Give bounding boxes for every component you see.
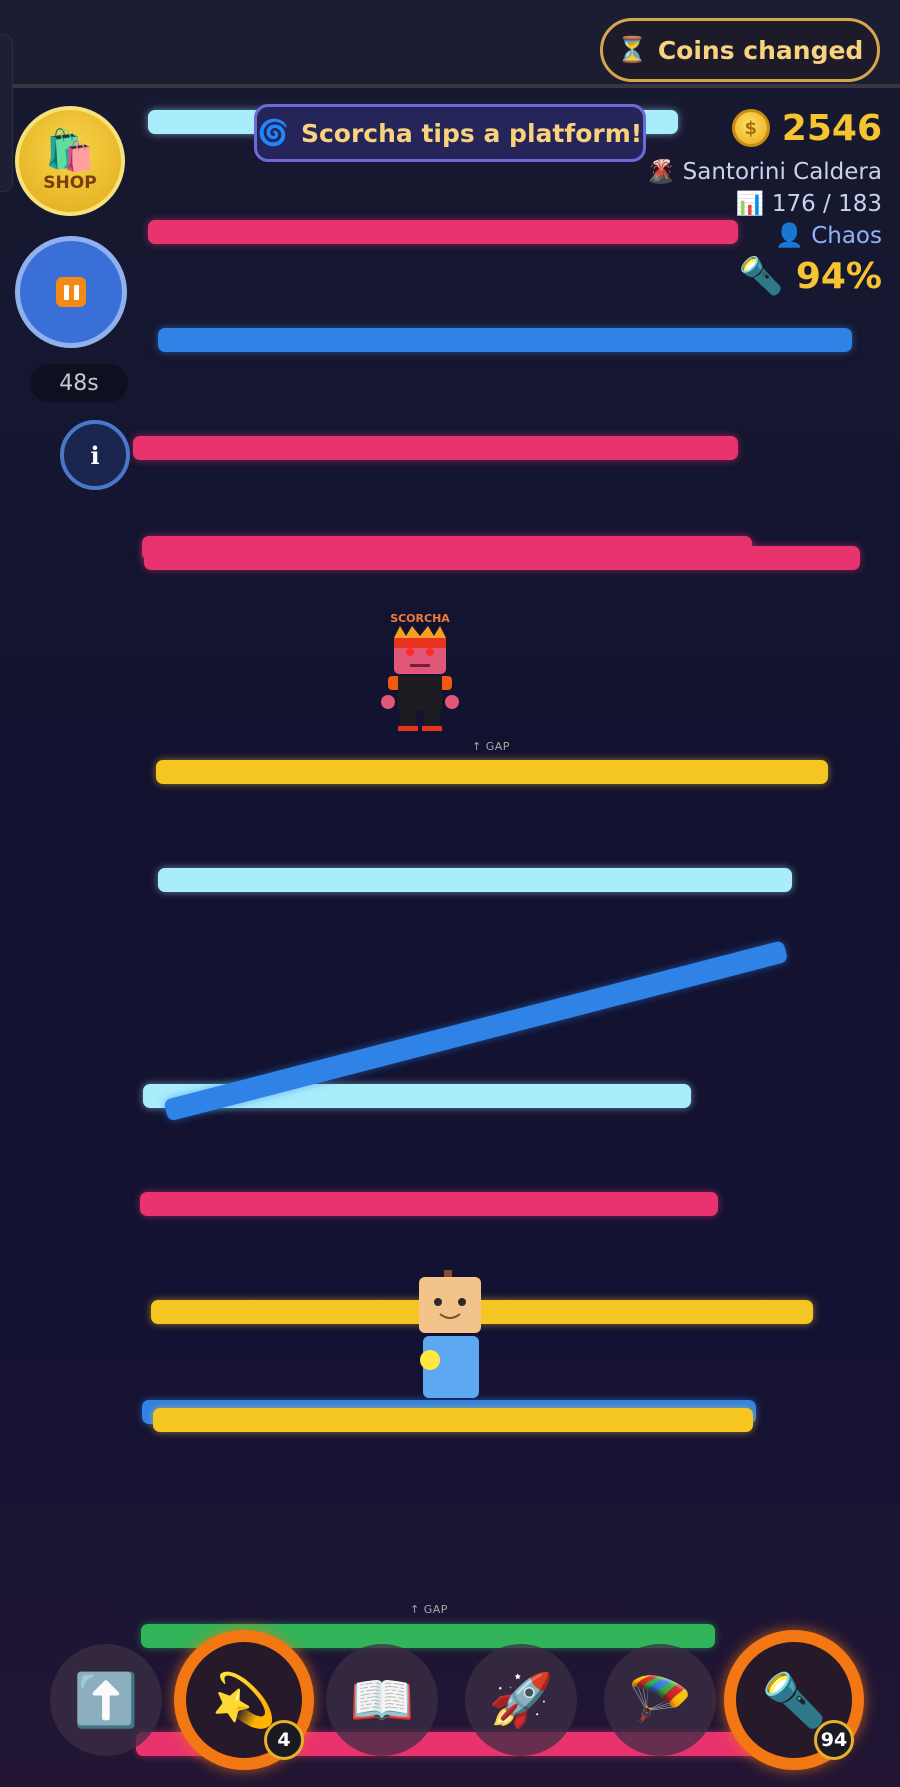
guide-book-button[interactable]: 📖 <box>326 1644 438 1756</box>
flashlight-count: 94 <box>814 1720 854 1760</box>
flashlight-percent: 94% <box>795 256 882 297</box>
up-arrow-icon: ⬆️ <box>73 1670 139 1731</box>
progress-text: 176 / 183 <box>771 191 882 217</box>
enemy-name-label: SCORCHA <box>390 612 450 625</box>
coin-counter: $ 2546 <box>582 100 882 156</box>
platform <box>144 546 860 570</box>
player-character <box>416 1268 486 1400</box>
person-icon: 👤 <box>775 223 804 249</box>
star-dash-count: 4 <box>264 1720 304 1760</box>
cyclone-icon: 🌀 <box>257 118 289 147</box>
book-icon: 📖 <box>349 1670 415 1731</box>
enemy-scorcha: SCORCHA <box>380 612 460 742</box>
gap-label: ↑ GAP <box>410 1603 448 1616</box>
rocket-icon: 🚀 <box>488 1670 554 1731</box>
shopping-bags-icon: 🛍️ <box>45 128 95 174</box>
player-sprite <box>419 1270 481 1398</box>
flashlight-button[interactable]: 🔦 94 <box>724 1630 864 1770</box>
star-dash-button[interactable]: 💫 4 <box>174 1630 314 1770</box>
mode-row: 👤 Chaos <box>582 220 882 252</box>
game-mode: Chaos <box>811 223 882 249</box>
platform <box>156 760 828 784</box>
info-button[interactable]: i <box>60 420 130 490</box>
platform <box>158 868 792 892</box>
parachute-button[interactable]: 🪂 <box>604 1644 716 1756</box>
jump-boost-button[interactable]: ⬆️ <box>50 1644 162 1756</box>
volcano-icon: 🌋 <box>646 159 676 185</box>
platform <box>158 328 852 352</box>
pause-icon <box>56 277 86 307</box>
status-hud: $ 2546 🌋 Santorini Caldera 📊 176 / 183 👤… <box>582 100 882 302</box>
shop-button[interactable]: 🛍️ SHOP <box>15 106 125 216</box>
gap-label: ↑ GAP <box>472 740 510 753</box>
shop-button-label: SHOP <box>43 173 97 193</box>
platform <box>153 1408 753 1432</box>
level-name: Santorini Caldera <box>682 159 882 185</box>
coins-changed-text: Coins changed <box>657 35 864 65</box>
bar-chart-icon: 📊 <box>735 191 765 217</box>
side-drawer-handle[interactable] <box>0 34 13 192</box>
hourglass-icon: ⏳ <box>616 35 648 64</box>
parachute-icon: 🪂 <box>627 1670 693 1731</box>
pause-button[interactable] <box>15 236 127 348</box>
progress-row: 📊 176 / 183 <box>582 188 882 220</box>
coin-count: 2546 <box>781 107 882 149</box>
coins-changed-notice[interactable]: ⏳ Coins changed <box>600 18 880 82</box>
flashlight-icon: 🔦 <box>761 1670 827 1731</box>
level-name-row: 🌋 Santorini Caldera <box>582 156 882 188</box>
flashlight-row: 🔦 94% <box>582 252 882 302</box>
flashlight-icon: 🔦 <box>738 256 784 297</box>
coin-icon: $ <box>731 109 770 147</box>
rocket-button[interactable]: 🚀 <box>465 1644 577 1756</box>
platform <box>133 436 738 460</box>
scorcha-sprite <box>381 626 459 731</box>
platform <box>140 1192 718 1216</box>
round-timer: 48s <box>30 364 128 402</box>
shooting-star-icon: 💫 <box>211 1670 277 1731</box>
